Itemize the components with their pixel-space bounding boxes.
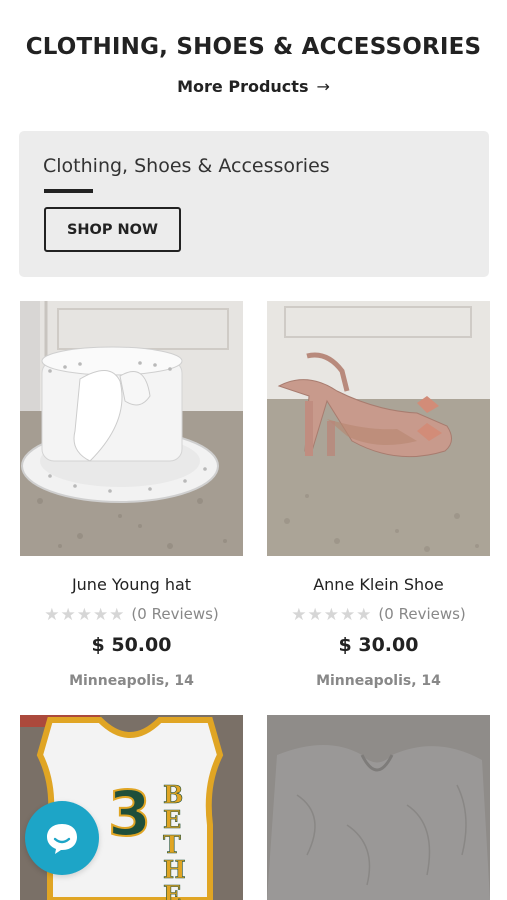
product-rating: ★★★★★ (0 Reviews) <box>267 605 490 625</box>
arrow-right-icon: → <box>316 77 330 96</box>
product-price: $ 50.00 <box>91 634 172 656</box>
review-count: (0 Reviews) <box>131 605 219 623</box>
banner-divider <box>44 189 93 193</box>
chat-bubble-icon <box>47 824 77 854</box>
chat-button[interactable] <box>25 801 99 875</box>
jersey-letter: E <box>163 880 181 900</box>
product-name[interactable]: Anne Klein Shoe <box>267 575 490 594</box>
section-title: CLOTHING, SHOES & ACCESSORIES <box>25 34 482 60</box>
banner-title: Clothing, Shoes & Accessories <box>43 155 330 177</box>
star-rating-icon: ★★★★★ <box>291 605 373 625</box>
category-banner: Clothing, Shoes & Accessories SHOP NOW <box>19 131 489 277</box>
product-image-sweater[interactable] <box>267 715 490 900</box>
product-image-shoe[interactable] <box>267 301 490 556</box>
product-location: Minneapolis, 14 <box>316 673 441 689</box>
shop-now-button[interactable]: SHOP NOW <box>44 207 181 252</box>
star-rating-icon: ★★★★★ <box>44 605 126 625</box>
product-price: $ 30.00 <box>338 634 419 656</box>
product-card[interactable]: Anne Klein Shoe ★★★★★ (0 Reviews) $ 30.00… <box>267 301 490 689</box>
product-rating: ★★★★★ (0 Reviews) <box>20 605 243 625</box>
review-count: (0 Reviews) <box>378 605 466 623</box>
product-card[interactable]: June Young hat ★★★★★ (0 Reviews) $ 50.00 … <box>20 301 243 689</box>
jersey-number: 3 <box>108 777 151 850</box>
product-name[interactable]: June Young hat <box>20 575 243 594</box>
more-products-label: More Products <box>177 77 309 96</box>
more-products-link[interactable]: More Products → <box>0 77 507 96</box>
product-location: Minneapolis, 14 <box>69 673 194 689</box>
product-image-hat[interactable] <box>20 301 243 556</box>
